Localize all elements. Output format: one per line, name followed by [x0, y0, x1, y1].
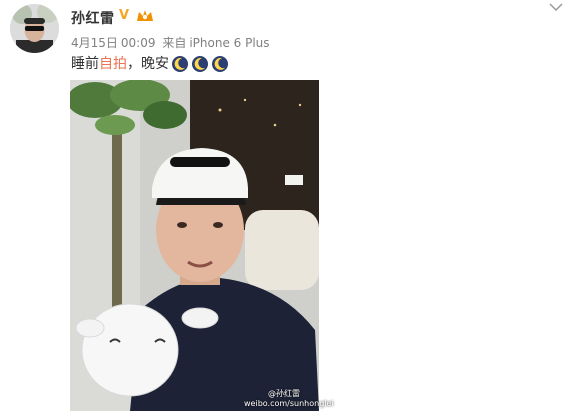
moon-goodnight-emoji-icon — [172, 56, 188, 72]
post-time[interactable]: 00:09 — [121, 36, 156, 50]
member-crown-icon[interactable] — [136, 8, 154, 23]
source-prefix: 来自 — [162, 36, 187, 50]
avatar[interactable] — [10, 4, 59, 53]
post-text-before: 睡前 — [71, 56, 99, 72]
post-text-after: ，晚安 — [127, 56, 169, 72]
moon-goodnight-emoji-icon — [212, 56, 228, 72]
post-text: 睡前 自拍 ，晚安 — [71, 53, 229, 75]
username[interactable]: 孙红雷 — [71, 8, 115, 28]
source-device[interactable]: iPhone 6 Plus — [189, 36, 269, 50]
hashtag-link[interactable]: 自拍 — [99, 53, 127, 75]
post-date[interactable]: 4月15日 — [71, 36, 118, 50]
moon-goodnight-emoji-icon — [192, 56, 208, 72]
verified-badge-icon: V — [119, 8, 130, 23]
post-meta: 4月15日 00:09 来自 iPhone 6 Plus — [71, 34, 273, 51]
watermark-url: weibo.com/sunhonglei — [244, 399, 334, 408]
watermark-handle: @孙红雷 — [268, 389, 300, 398]
chevron-down-icon[interactable] — [549, 2, 563, 12]
post-photo[interactable] — [70, 80, 319, 411]
